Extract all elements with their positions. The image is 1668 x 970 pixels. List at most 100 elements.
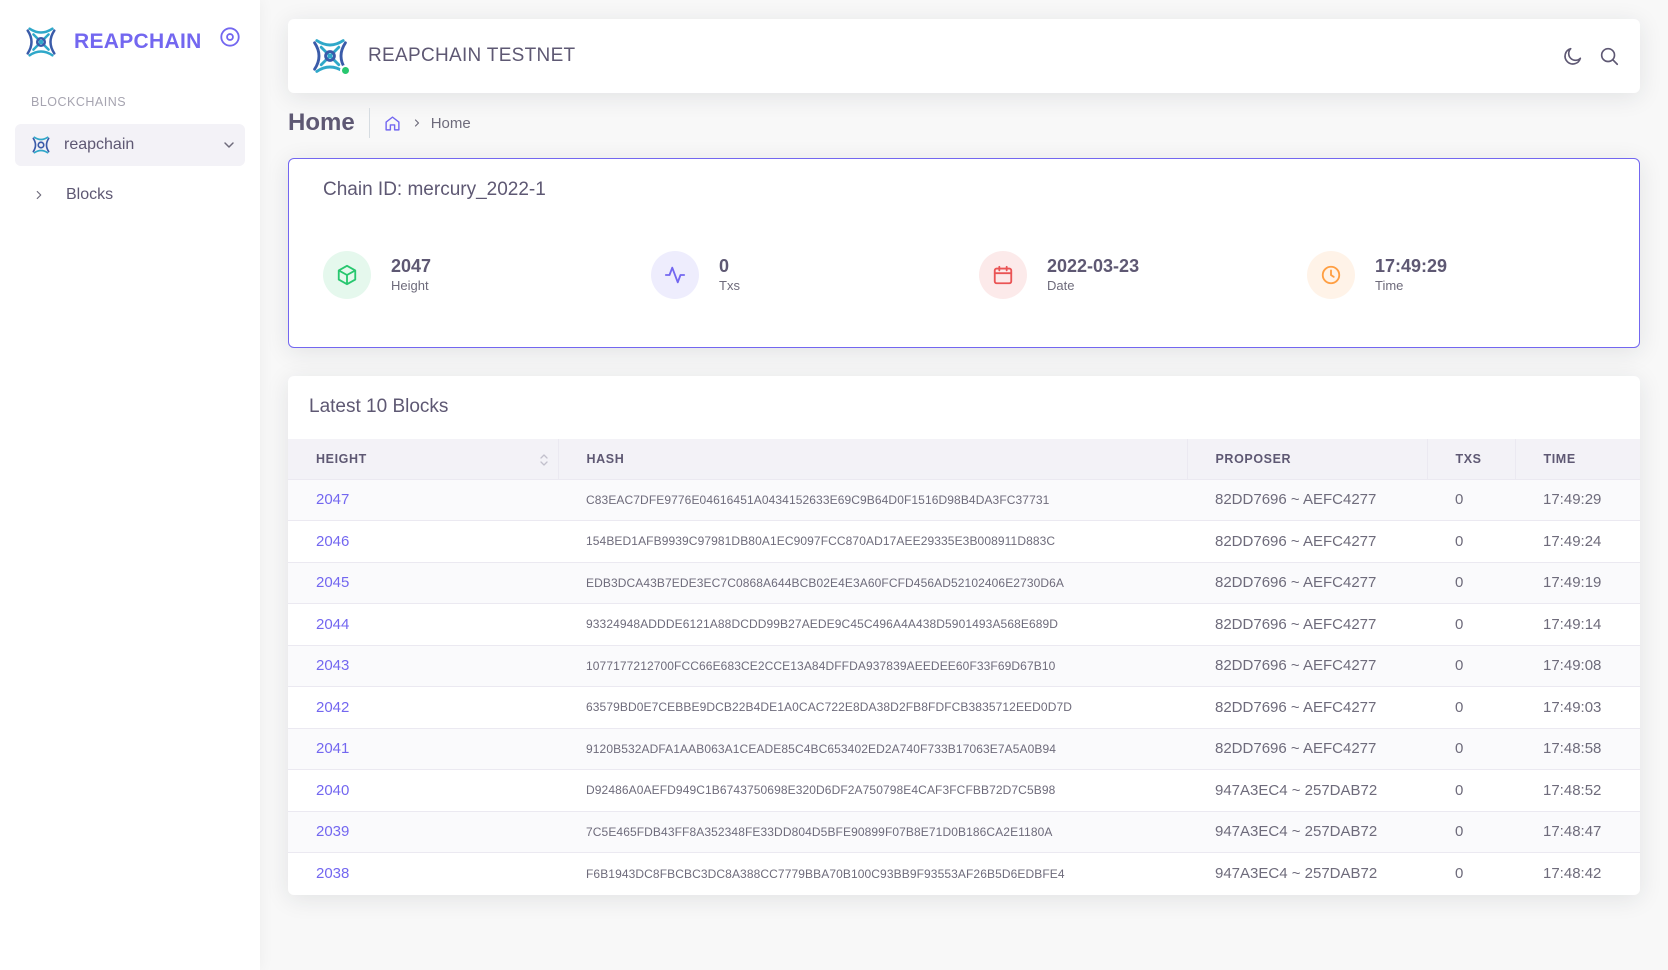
- block-height-link[interactable]: 2047: [288, 479, 558, 521]
- sidebar-item-label: reapchain: [64, 136, 135, 153]
- online-status-dot: [340, 65, 351, 76]
- stat-txs: 0 Txs: [651, 250, 740, 300]
- clock-icon: [1307, 251, 1355, 299]
- stat-value: 2022-03-23: [1047, 256, 1140, 276]
- block-txs: 0: [1455, 657, 1464, 675]
- block-hash: 7C5E465FDB43FF8A352348FE33DD804D5BFE9089…: [586, 824, 1053, 839]
- top-navbar: REAPCHAIN TESTNET: [288, 19, 1640, 93]
- reapchain-logo-icon: [32, 136, 50, 154]
- block-txs: 0: [1455, 491, 1464, 509]
- block-proposer: 82DD7696 ~ AEFC4277: [1215, 740, 1377, 758]
- table-row: 2044 93324948ADDDE6121A88DCDD99B27AEDE9C…: [288, 603, 1640, 646]
- block-time: 17:49:08: [1543, 657, 1602, 675]
- brand-name: REAPCHAIN: [74, 30, 202, 53]
- content-header: Home Home: [288, 105, 471, 141]
- block-proposer: 82DD7696 ~ AEFC4277: [1215, 698, 1377, 716]
- stat-value: 2047: [391, 256, 432, 276]
- block-hash: F6B1943DC8FBCBC3DC8A388CC7779BBA70B100C9…: [586, 866, 1065, 881]
- block-proposer: 82DD7696 ~ AEFC4277: [1215, 574, 1377, 592]
- column-header-txs: TXS: [1427, 439, 1516, 479]
- block-time: 17:49:29: [1543, 491, 1602, 509]
- block-hash: 1077177212700FCC66E683CE2CCE13A84DFFDA93…: [586, 658, 1056, 673]
- block-time: 17:49:03: [1543, 698, 1602, 716]
- block-time: 17:48:47: [1543, 823, 1602, 841]
- sidebar: REAPCHAIN BLOCKCHAINS reapchain Blocks: [0, 0, 260, 970]
- home-icon[interactable]: [384, 115, 401, 132]
- chevron-right-icon: [414, 119, 419, 127]
- block-hash: 9120B532ADFA1AAB063A1CEADE85C4BC653402ED…: [586, 741, 1057, 756]
- card-title: Latest 10 Blocks: [309, 396, 449, 417]
- block-height-link[interactable]: 2038: [288, 853, 558, 895]
- table-row: 2041 9120B532ADFA1AAB063A1CEADE85C4BC653…: [288, 728, 1640, 770]
- block-time: 17:48:52: [1543, 781, 1602, 799]
- block-height-link[interactable]: 2040: [288, 770, 558, 812]
- block-txs: 0: [1455, 574, 1464, 592]
- breadcrumb-current: Home: [430, 114, 471, 132]
- stat-label: Time: [1375, 278, 1404, 293]
- block-txs: 0: [1455, 865, 1464, 882]
- table-row: 2043 1077177212700FCC66E683CE2CCE13A84DF…: [288, 645, 1640, 687]
- chevron-right-icon: [36, 190, 42, 200]
- block-hash: 154BED1AFB9939C97981DB80A1EC9097FCC870AD…: [586, 534, 1056, 549]
- chain-id: Chain ID: mercury_2022-1: [323, 179, 546, 200]
- block-proposer: 947A3EC4 ~ 257DAB72: [1215, 823, 1378, 841]
- block-txs: 0: [1455, 698, 1464, 716]
- block-height-link[interactable]: 2046: [288, 521, 558, 563]
- block-time: 17:49:24: [1543, 532, 1602, 550]
- sidebar-item-label: Blocks: [66, 186, 114, 203]
- block-hash: C83EAC7DFE9776E04616451A0434152633E69C9B…: [586, 492, 1050, 507]
- block-height-link[interactable]: 2042: [288, 687, 558, 729]
- block-txs: 0: [1455, 532, 1464, 550]
- block-proposer: 947A3EC4 ~ 257DAB72: [1215, 781, 1378, 799]
- stat-time: 17:49:29 Time: [1307, 250, 1447, 300]
- block-proposer: 82DD7696 ~ AEFC4277: [1215, 532, 1377, 550]
- stat-date: 2022-03-23 Date: [979, 250, 1139, 300]
- chevron-down-icon: [224, 142, 234, 148]
- blocks-table: HEIGHT HASH PROPOSER TXS TIME 2047 C83EA…: [288, 439, 1640, 894]
- table-row: 2046 154BED1AFB9939C97981DB80A1EC9097FCC…: [288, 520, 1640, 563]
- block-hash: 93324948ADDDE6121A88DCDD99B27AEDE9C45C49…: [586, 617, 1059, 632]
- block-height-link[interactable]: 2043: [288, 645, 558, 687]
- table-row: 2039 7C5E465FDB43FF8A352348FE33DD804D5BF…: [288, 811, 1640, 853]
- block-proposer: 82DD7696 ~ AEFC4277: [1215, 491, 1377, 509]
- sidebar-item-blocks[interactable]: Blocks: [32, 180, 113, 210]
- table-row: 2047 C83EAC7DFE9776E04616451A0434152633E…: [288, 479, 1640, 521]
- block-proposer: 82DD7696 ~ AEFC4277: [1215, 615, 1377, 633]
- chain-summary-card: Chain ID: mercury_2022-1 2047 Height 0 T…: [288, 158, 1640, 348]
- moon-icon[interactable]: [1562, 45, 1584, 67]
- column-header-hash: HASH: [558, 439, 1188, 479]
- block-height-link[interactable]: 2041: [288, 728, 558, 770]
- block-proposer: 947A3EC4 ~ 257DAB72: [1215, 865, 1378, 882]
- page-title: Home: [288, 108, 370, 138]
- table-header-row: HEIGHT HASH PROPOSER TXS TIME: [288, 439, 1640, 479]
- nav-section-header: BLOCKCHAINS: [31, 95, 127, 109]
- stat-value: 0: [719, 256, 730, 276]
- stat-label: Txs: [719, 278, 740, 293]
- block-txs: 0: [1455, 740, 1464, 758]
- block-time: 17:49:19: [1543, 574, 1602, 592]
- block-time: 17:49:14: [1543, 615, 1602, 633]
- cube-icon: [323, 251, 371, 299]
- column-header-time: TIME: [1543, 451, 1576, 466]
- reapchain-logo-icon: [26, 27, 56, 57]
- block-height-link[interactable]: 2039: [288, 811, 558, 853]
- block-time: 17:48:42: [1543, 865, 1602, 882]
- brand-link[interactable]: REAPCHAIN: [22, 22, 202, 62]
- stat-label: Date: [1047, 278, 1075, 293]
- sidebar-item-reapchain[interactable]: reapchain: [15, 124, 245, 166]
- block-txs: 0: [1455, 781, 1464, 799]
- sort-icon[interactable]: [538, 452, 550, 468]
- table-row: 2038 F6B1943DC8FBCBC3DC8A388CC7779BBA70B…: [288, 852, 1640, 895]
- activity-icon: [651, 251, 699, 299]
- search-icon[interactable]: [1598, 45, 1620, 67]
- block-proposer: 82DD7696 ~ AEFC4277: [1215, 657, 1377, 675]
- block-height-link[interactable]: 2045: [288, 562, 558, 604]
- block-hash: 63579BD0E7CEBBE9DCB22B4DE1A0CAC722E8DA38…: [586, 700, 1072, 715]
- block-hash: EDB3DCA43B7EDE3EC7C0868A644BCB02E4E3A60F…: [586, 575, 1065, 590]
- block-hash: D92486A0AEFD949C1B6743750698E320D6DF2A75…: [586, 783, 1056, 798]
- column-header-height[interactable]: HEIGHT: [288, 439, 559, 479]
- column-header-proposer: PROPOSER: [1187, 439, 1428, 479]
- latest-blocks-card: Latest 10 Blocks HEIGHT HASH PROPOSER TX…: [288, 376, 1640, 895]
- collapse-toggle-icon[interactable]: [219, 26, 241, 48]
- block-height-link[interactable]: 2044: [288, 604, 558, 646]
